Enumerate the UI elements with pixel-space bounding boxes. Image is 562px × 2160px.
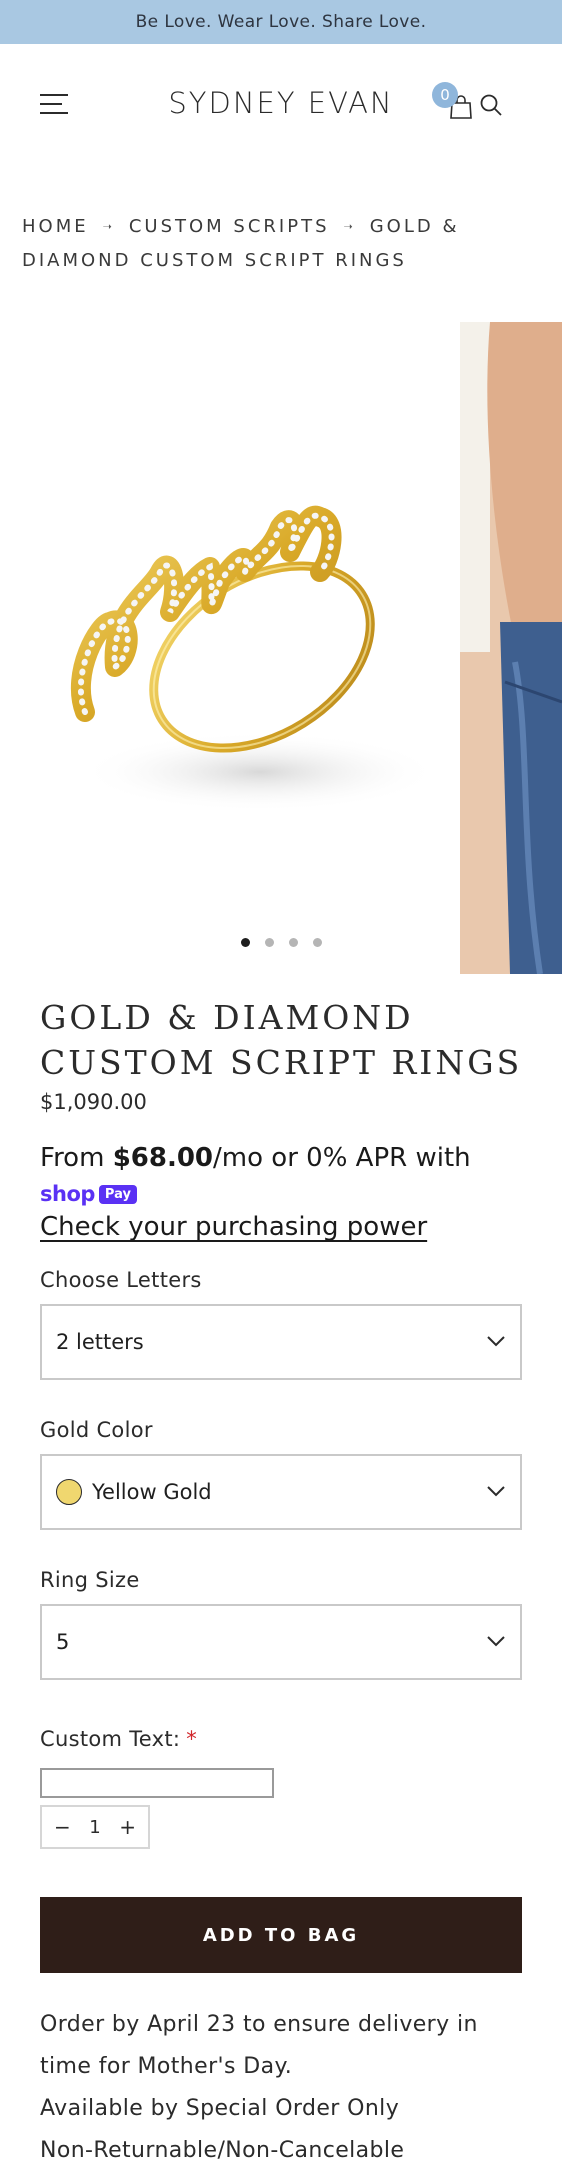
arrow-right-icon: ➝	[102, 220, 115, 233]
notes-line-2: time for Mother's Day.	[40, 2054, 293, 2079]
letters-select[interactable]: 2 letters	[40, 1304, 522, 1380]
product-price: $1,090.00	[40, 1090, 147, 1114]
quantity-value[interactable]: 1	[89, 1817, 100, 1838]
gold-color-value: Yellow Gold	[92, 1480, 212, 1504]
product-image-model[interactable]	[460, 322, 562, 974]
ring-size-select[interactable]: 5	[40, 1604, 522, 1680]
site-header: SYDNEY EVAN 0	[0, 44, 562, 164]
quantity-stepper: − 1 +	[40, 1805, 150, 1849]
installment-amount: $68.00	[112, 1143, 214, 1173]
gallery-dot-1[interactable]	[240, 938, 250, 947]
custom-text-label: Custom Text: *	[40, 1727, 197, 1751]
gallery-dot-2[interactable]	[264, 938, 274, 947]
breadcrumb-custom-scripts[interactable]: CUSTOM SCRIPTS	[129, 216, 330, 237]
product-image-ring[interactable]	[40, 322, 460, 974]
gold-color-select[interactable]: Yellow Gold	[40, 1454, 522, 1530]
quantity-increase-button[interactable]: +	[119, 1815, 136, 1839]
chevron-down-icon	[487, 1486, 505, 1497]
gallery-pagination	[0, 938, 562, 947]
product-title-line1: GOLD & DIAMOND	[40, 998, 414, 1037]
breadcrumb: HOME ➝ CUSTOM SCRIPTS ➝ GOLD & DIAMOND CUSTO…	[22, 210, 542, 278]
installment-prefix: From	[40, 1143, 113, 1173]
notes-line-4: Non-Returnable/Non-Cancelable	[40, 2138, 405, 2160]
chevron-down-icon	[487, 1336, 505, 1347]
search-icon[interactable]	[478, 92, 504, 118]
order-notes: Order by April 23 to ensure delivery in …	[40, 2004, 540, 2160]
quantity-decrease-button[interactable]: −	[54, 1815, 71, 1839]
breadcrumb-home[interactable]: HOME	[22, 216, 89, 237]
shop-pay-word: shop	[40, 1182, 95, 1206]
shop-pay-logo: shop Pay	[40, 1182, 137, 1206]
letters-value: 2 letters	[56, 1330, 144, 1354]
gallery-dot-4[interactable]	[312, 938, 322, 947]
chevron-down-icon	[487, 1636, 505, 1647]
required-asterisk: *	[186, 1727, 198, 1751]
ring-size-value: 5	[56, 1630, 70, 1654]
product-gallery[interactable]	[0, 322, 562, 974]
purchasing-power-link[interactable]: Check your purchasing power	[40, 1212, 427, 1242]
notes-line-1: Order by April 23 to ensure delivery in	[40, 2012, 478, 2037]
announcement-text: Be Love. Wear Love. Share Love.	[135, 12, 427, 32]
add-to-bag-button[interactable]: ADD TO BAG	[40, 1897, 522, 1973]
installment-text: From $68.00/mo or 0% APR with	[40, 1140, 540, 1176]
gallery-dot-3[interactable]	[288, 938, 298, 947]
arrow-right-icon: ➝	[343, 220, 356, 233]
ring-size-label: Ring Size	[40, 1568, 140, 1592]
letters-label: Choose Letters	[40, 1268, 202, 1292]
announcement-bar: Be Love. Wear Love. Share Love.	[0, 0, 562, 44]
gold-color-label: Gold Color	[40, 1418, 153, 1442]
cart-count-badge: 0	[432, 82, 458, 108]
custom-text-input[interactable]	[40, 1768, 274, 1798]
notes-line-3: Available by Special Order Only	[40, 2096, 400, 2121]
gold-swatch	[56, 1479, 82, 1505]
custom-text-label-text: Custom Text:	[40, 1727, 181, 1751]
product-title-line2: CUSTOM SCRIPT RINGS	[40, 1043, 523, 1082]
shop-pay-badge: Pay	[98, 1184, 137, 1204]
product-title: GOLD & DIAMOND CUSTOM SCRIPT RINGS	[40, 995, 530, 1085]
installment-suffix: /mo or 0% APR with	[213, 1143, 471, 1173]
